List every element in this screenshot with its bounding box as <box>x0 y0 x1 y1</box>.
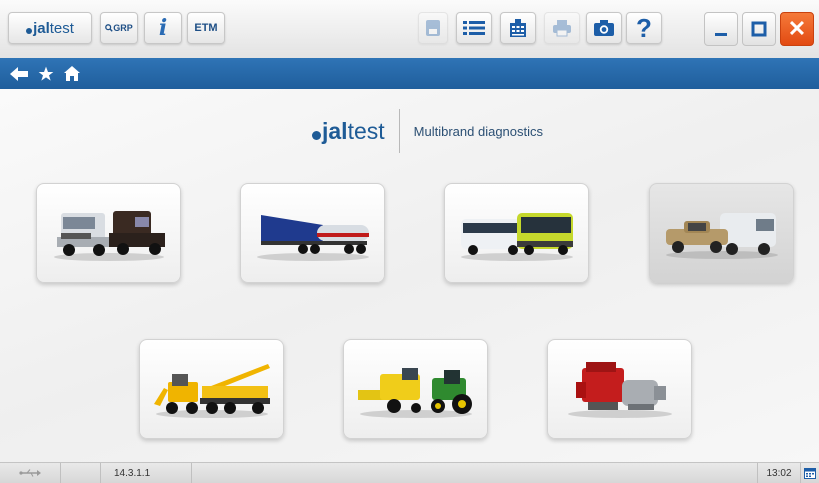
crane-excavator-icon <box>153 364 270 418</box>
print-button[interactable] <box>544 12 580 44</box>
status-bar: 14.3.1.1 13:02 <box>0 462 819 483</box>
brand-header: jal test Multibrand diagnostics <box>312 109 543 153</box>
status-cell-empty <box>60 463 101 483</box>
save-icon <box>426 20 440 36</box>
brand-tagline: Multibrand diagnostics <box>413 123 544 139</box>
calculator-icon <box>510 19 526 37</box>
engine-icon <box>567 362 672 418</box>
category-tile-light-commercial[interactable] <box>649 183 794 283</box>
clock: 13:02 <box>757 463 801 483</box>
search-icon <box>105 24 113 32</box>
category-tile-trucks[interactable] <box>36 183 181 283</box>
navigation-bar <box>0 58 819 89</box>
version-label: 14.3.1.1 <box>100 463 192 483</box>
time-text: 13:02 <box>766 467 792 479</box>
save-button[interactable] <box>418 12 448 44</box>
usb-status <box>0 463 61 483</box>
truck-icon <box>53 211 165 261</box>
home-icon[interactable] <box>64 66 80 81</box>
grp-label: GRP <box>113 23 133 33</box>
minimize-icon <box>715 33 727 36</box>
list-button[interactable] <box>456 12 492 44</box>
maximize-button[interactable] <box>742 12 776 46</box>
close-icon: ✕ <box>787 16 807 41</box>
etm-button[interactable]: ETM <box>187 12 225 44</box>
print-icon <box>553 20 571 37</box>
main-panel: jal test Multibrand diagnostics <box>0 89 819 462</box>
help-button[interactable]: ? <box>626 12 662 44</box>
info-button[interactable]: i <box>144 12 182 44</box>
category-tile-engines[interactable] <box>547 339 692 439</box>
version-text: 14.3.1.1 <box>114 467 151 479</box>
jaltest-logo-button[interactable]: jal test <box>8 12 92 44</box>
info-icon: i <box>158 15 168 41</box>
calendar-icon <box>804 468 816 479</box>
calendar-button[interactable] <box>801 463 819 483</box>
close-button[interactable]: ✕ <box>780 12 814 46</box>
bus-icon <box>460 213 573 261</box>
usb-icon <box>19 469 41 477</box>
minimize-button[interactable] <box>704 12 738 46</box>
brand-divider <box>398 109 400 153</box>
favorite-star-icon[interactable] <box>38 66 54 82</box>
tractor-harvester-icon <box>357 368 472 418</box>
screenshot-button[interactable] <box>586 12 622 44</box>
category-tile-trailers[interactable] <box>240 183 385 283</box>
camera-icon <box>594 20 614 36</box>
calculator-button[interactable] <box>500 12 536 44</box>
list-icon <box>463 21 485 35</box>
maximize-icon <box>751 21 767 37</box>
category-tile-construction[interactable] <box>139 339 284 439</box>
help-icon: ? <box>636 12 652 43</box>
jaltest-brand-logo: jal test <box>312 118 385 145</box>
category-tile-agricultural[interactable] <box>343 339 488 439</box>
van-pickup-icon <box>665 213 778 259</box>
back-arrow-icon[interactable] <box>10 66 28 81</box>
top-toolbar: jal test GRP i ETM ? ✕ <box>0 0 819 59</box>
etm-label: ETM <box>194 22 218 34</box>
category-tile-buses[interactable] <box>444 183 589 283</box>
jaltest-logo: jal test <box>26 20 74 37</box>
trailer-icon <box>256 215 369 261</box>
grp-search-button[interactable]: GRP <box>100 12 138 44</box>
